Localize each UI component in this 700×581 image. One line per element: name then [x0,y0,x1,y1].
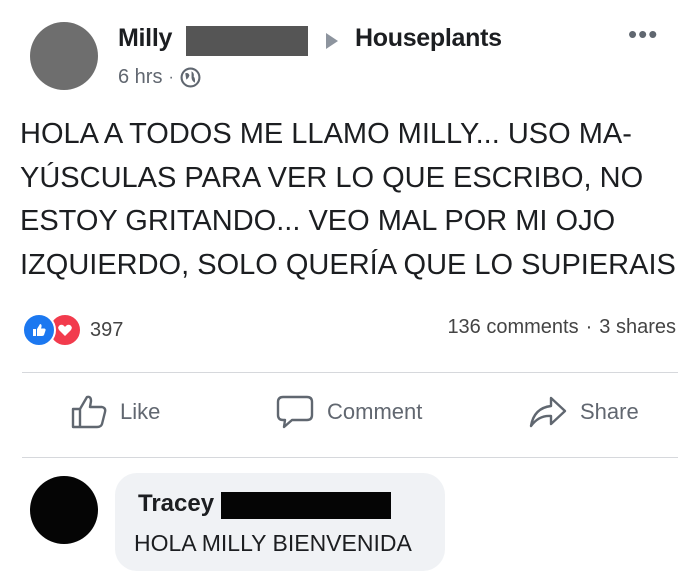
redacted-commenter-surname [221,492,391,519]
triangle-right-icon [326,33,338,49]
like-button[interactable]: Like [70,394,160,430]
post-time[interactable]: 6 hrs [118,66,162,89]
post-text-line: ESTOY GRITANDO... VEO MAL POR MI OJO [20,205,616,237]
redacted-surname [186,26,308,56]
post-text-line: IZQUIERDO, SOLO QUERÍA QUE LO SUPIERAIS [20,248,676,281]
group-name[interactable]: Houseplants [355,24,502,53]
commenter-avatar[interactable] [30,476,98,544]
comment-label: Comment [327,399,423,424]
author-name[interactable]: Milly [118,24,172,53]
thumbs-up-icon [71,395,107,429]
like-label: Like [120,399,161,424]
reaction-summary[interactable]: 397 [22,313,123,347]
meta-separator: · [168,68,174,86]
share-label: Share [580,399,639,424]
author-avatar[interactable] [30,22,98,90]
divider [22,372,678,373]
post-text-line: HOLA A TODOS ME LLAMO MILLY... USO MA- [20,118,632,150]
globe-icon [180,67,201,88]
commenter-name[interactable]: Tracey [138,490,214,518]
like-reaction-icon [22,313,56,347]
post-card: Milly Houseplants ••• 6 hrs · HOLA A TOD… [0,0,700,581]
comment-button[interactable]: Comment [275,394,422,430]
comment-text: HOLA MILLY BIENVENIDA [134,530,412,556]
share-button[interactable]: Share [528,394,639,430]
divider [22,457,678,458]
comment-icon [276,395,314,429]
post-text-line: YÚSCULAS PARA VER LO QUE ESCRIBO, NO [20,161,644,194]
post-meta: 6 hrs · [118,66,201,89]
stats-separator: · [585,316,593,338]
post-stats: 136 comments · 3 shares [447,316,676,339]
comments-count[interactable]: 136 comments [447,316,578,339]
shares-count[interactable]: 3 shares [599,316,676,339]
reaction-count: 397 [90,318,124,341]
post-text: HOLA A TODOS ME LLAMO MILLY... USO MA- Y… [20,113,690,287]
more-horizontal-icon[interactable]: ••• [628,21,658,47]
share-icon [529,396,567,428]
